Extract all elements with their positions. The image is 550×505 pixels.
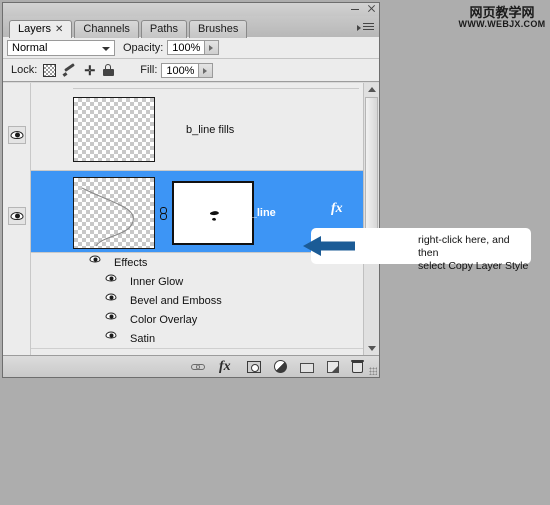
effect-row-bevel-and-emboss[interactable]: Bevel and Emboss [31, 291, 363, 311]
lock-image-icon[interactable] [63, 64, 76, 77]
effect-label: Inner Glow [130, 275, 184, 288]
callout-text: right-click here, and then select Copy L… [418, 234, 529, 272]
effect-visibility-toggle[interactable] [105, 293, 124, 307]
new-adjustment-layer-icon[interactable] [274, 360, 287, 373]
lock-row: Lock: ✛ Fill: 100% [3, 59, 379, 82]
link-layers-icon[interactable] [191, 359, 206, 374]
window-controls [350, 4, 376, 14]
effects-group-label: Effects [114, 256, 148, 269]
tab-brushes[interactable]: Brushes [189, 20, 248, 38]
effect-row-satin[interactable]: Satin [31, 329, 363, 349]
eye-icon [10, 212, 24, 220]
layer-thumbnail[interactable] [73, 177, 155, 249]
panel-titlebar[interactable] [3, 3, 379, 16]
fill-label: Fill: [140, 64, 158, 76]
scroll-down-icon[interactable] [364, 342, 379, 355]
eye-icon [105, 293, 117, 301]
effect-label: Bevel and Emboss [130, 294, 222, 307]
layer-fx-icon[interactable]: fx [331, 201, 343, 217]
add-layer-mask-icon[interactable] [247, 360, 261, 373]
layer-list-scrollbar[interactable] [363, 83, 379, 355]
lock-all-icon[interactable] [103, 64, 115, 76]
layer-rows: b_line fills b_line fx Effects Inner Glo… [31, 83, 363, 355]
tab-paths[interactable]: Paths [140, 20, 188, 38]
blend-mode-value: Normal [12, 41, 48, 54]
layer-mask-thumbnail[interactable] [172, 181, 254, 245]
effect-label: Color Overlay [130, 313, 198, 326]
tab-channels-label: Channels [83, 23, 130, 35]
eye-icon [10, 131, 24, 139]
visibility-column [3, 83, 31, 355]
tab-close-icon[interactable]: ✕ [55, 24, 63, 35]
layers-panel: Layers ✕ Channels Paths Brushes Normal Op… [2, 2, 380, 378]
layer-name-label: b_line [244, 207, 276, 219]
effect-label: Satin [130, 332, 156, 345]
layers-panel-toolbar: fx [3, 355, 379, 377]
panel-menu-lines [363, 23, 374, 32]
lock-transparency-icon[interactable] [43, 63, 57, 77]
lock-icon-group: ✛ [43, 63, 115, 77]
tab-paths-label: Paths [149, 23, 179, 35]
eye-icon [105, 331, 117, 339]
watermark-url-text: WWW.WEBJX.COM [458, 19, 546, 29]
effects-visibility-toggle[interactable] [89, 255, 108, 269]
tab-layers[interactable]: Layers ✕ [9, 20, 73, 38]
layer-thumbnail[interactable] [73, 97, 155, 162]
effect-visibility-toggle[interactable] [105, 312, 124, 326]
fill-stepper[interactable] [199, 62, 214, 78]
callout-arrow-icon [303, 236, 355, 256]
fill-input[interactable]: 100% [161, 62, 200, 78]
panel-tabstrip: Layers ✕ Channels Paths Brushes [3, 16, 379, 38]
layer-style-fx-icon[interactable]: fx [219, 359, 234, 374]
scroll-up-icon[interactable] [364, 83, 379, 96]
tab-brushes-label: Brushes [198, 23, 239, 35]
lock-label: Lock: [11, 64, 38, 76]
delete-layer-icon[interactable] [351, 360, 364, 373]
panel-menu-triangle [357, 25, 361, 31]
watermark-chinese-text: 网页教学网 [469, 5, 535, 20]
chevron-down-icon [102, 46, 110, 51]
effect-visibility-toggle[interactable] [105, 274, 124, 288]
eye-icon [105, 312, 117, 320]
resize-grip[interactable] [369, 367, 377, 375]
panel-menu-icon[interactable] [357, 21, 375, 35]
effect-visibility-toggle[interactable] [105, 331, 124, 345]
layer-visibility-toggle-b-line[interactable] [8, 207, 26, 225]
eye-icon [89, 255, 101, 263]
new-layer-icon[interactable] [327, 360, 339, 373]
close-icon[interactable] [366, 4, 376, 14]
watermark: 网页教学网 WWW.WEBJX.COM [458, 6, 546, 36]
layer-list: b_line fills b_line fx Effects Inner Glo… [3, 82, 379, 355]
layer-thumbnail-curve [81, 187, 134, 247]
callout-annotation: right-click here, and then select Copy L… [303, 228, 531, 272]
effect-row-color-overlay[interactable]: Color Overlay [31, 310, 363, 330]
tab-channels[interactable]: Channels [74, 20, 139, 38]
lock-position-icon[interactable]: ✛ [83, 64, 96, 77]
effect-row-inner-glow[interactable]: Inner Glow [31, 272, 363, 292]
blend-mode-select[interactable]: Normal [7, 39, 115, 56]
layer-name-label: b_line fills [186, 124, 235, 136]
new-group-icon[interactable] [300, 363, 314, 373]
tab-layers-label: Layers [18, 23, 52, 35]
minimize-icon[interactable] [350, 4, 360, 14]
opacity-label: Opacity: [123, 41, 164, 54]
table-row[interactable]: b_line fills [31, 89, 363, 171]
eye-icon [105, 274, 117, 282]
opacity-stepper[interactable] [205, 40, 220, 55]
opacity-input[interactable]: 100% [167, 40, 206, 55]
layer-mask-link-icon[interactable] [159, 206, 168, 220]
layer-visibility-toggle-b-line-fills[interactable] [8, 126, 26, 144]
blend-mode-row: Normal Opacity: 100% [3, 37, 379, 59]
layer-mask-marks [210, 211, 219, 221]
